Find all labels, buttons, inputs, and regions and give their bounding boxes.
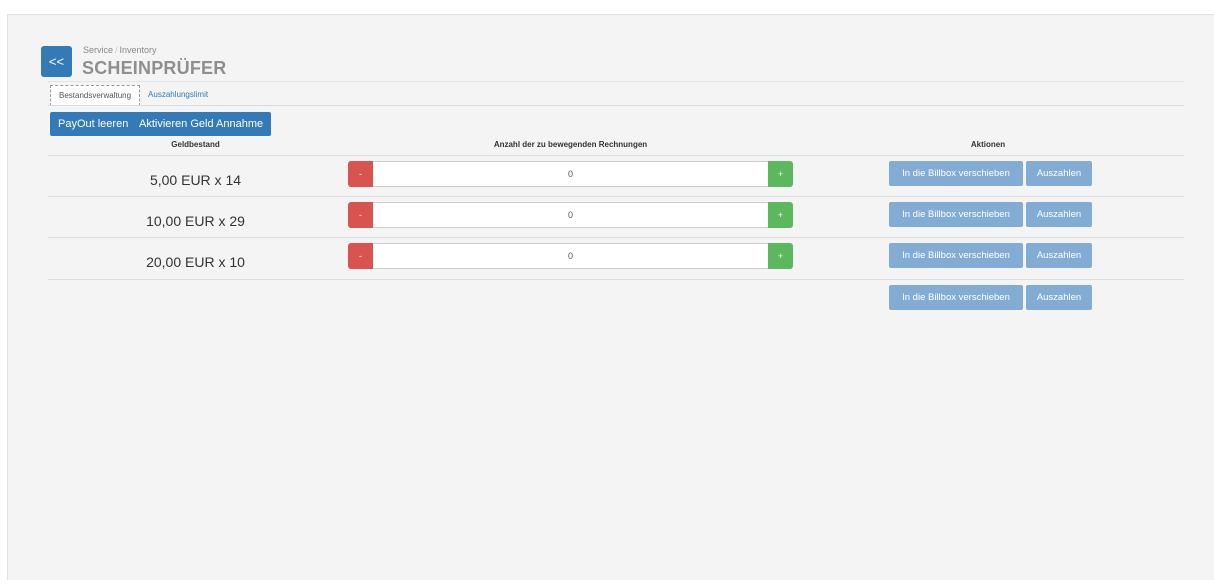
divider: [48, 155, 1184, 156]
tab-auszahlungslimit[interactable]: Auszahlungslimit: [140, 85, 216, 106]
activate-cash-acceptance-button[interactable]: Aktivieren Geld Annahme: [131, 112, 272, 136]
breadcrumb-item-service[interactable]: Service: [83, 45, 113, 55]
quantity-input[interactable]: [373, 243, 768, 269]
increment-button[interactable]: +: [768, 202, 793, 228]
decrement-button[interactable]: -: [348, 202, 373, 228]
increment-button[interactable]: +: [768, 161, 793, 187]
breadcrumb-item-inventory[interactable]: Inventory: [120, 45, 157, 55]
divider: [48, 279, 1184, 280]
divider: [48, 105, 1184, 106]
move-to-billbox-button[interactable]: In die Billbox verschieben: [889, 161, 1023, 186]
tab-bar: Bestandsverwaltung Auszahlungslimit: [50, 85, 216, 106]
column-header-geldbestand: Geldbestand: [171, 140, 220, 149]
move-all-to-billbox-button[interactable]: In die Billbox verschieben: [889, 285, 1023, 310]
back-button[interactable]: <<: [41, 46, 72, 77]
increment-button[interactable]: +: [768, 243, 793, 269]
column-header-anzahl: Anzahl der zu bewegenden Rechnungen: [493, 140, 648, 149]
payout-button[interactable]: Auszahlen: [1026, 243, 1092, 268]
payout-button[interactable]: Auszahlen: [1026, 202, 1092, 227]
table-row-amount: 10,00 EUR x 29: [146, 213, 245, 229]
divider: [48, 196, 1184, 197]
payout-clear-button[interactable]: PayOut leeren: [50, 112, 137, 136]
payout-all-button[interactable]: Auszahlen: [1026, 285, 1092, 310]
quantity-input[interactable]: [373, 202, 768, 228]
table-row-amount: 20,00 EUR x 10: [146, 254, 245, 270]
decrement-button[interactable]: -: [348, 243, 373, 269]
tab-bestandsverwaltung[interactable]: Bestandsverwaltung: [50, 85, 141, 106]
decrement-button[interactable]: -: [348, 161, 373, 187]
breadcrumb: Service / Inventory: [83, 45, 157, 55]
table-row-amount: 5,00 EUR x 14: [149, 172, 242, 188]
divider: [48, 237, 1184, 238]
divider: [48, 81, 1184, 82]
quantity-input[interactable]: [373, 161, 768, 187]
column-header-aktionen: Aktionen: [970, 140, 1006, 149]
move-to-billbox-button[interactable]: In die Billbox verschieben: [889, 202, 1023, 227]
payout-button[interactable]: Auszahlen: [1026, 161, 1092, 186]
page-title: SCHEINPRÜFER: [82, 58, 227, 78]
main-panel: << Service / Inventory SCHEINPRÜFER Bestan…: [7, 14, 1214, 580]
move-to-billbox-button[interactable]: In die Billbox verschieben: [889, 243, 1023, 268]
